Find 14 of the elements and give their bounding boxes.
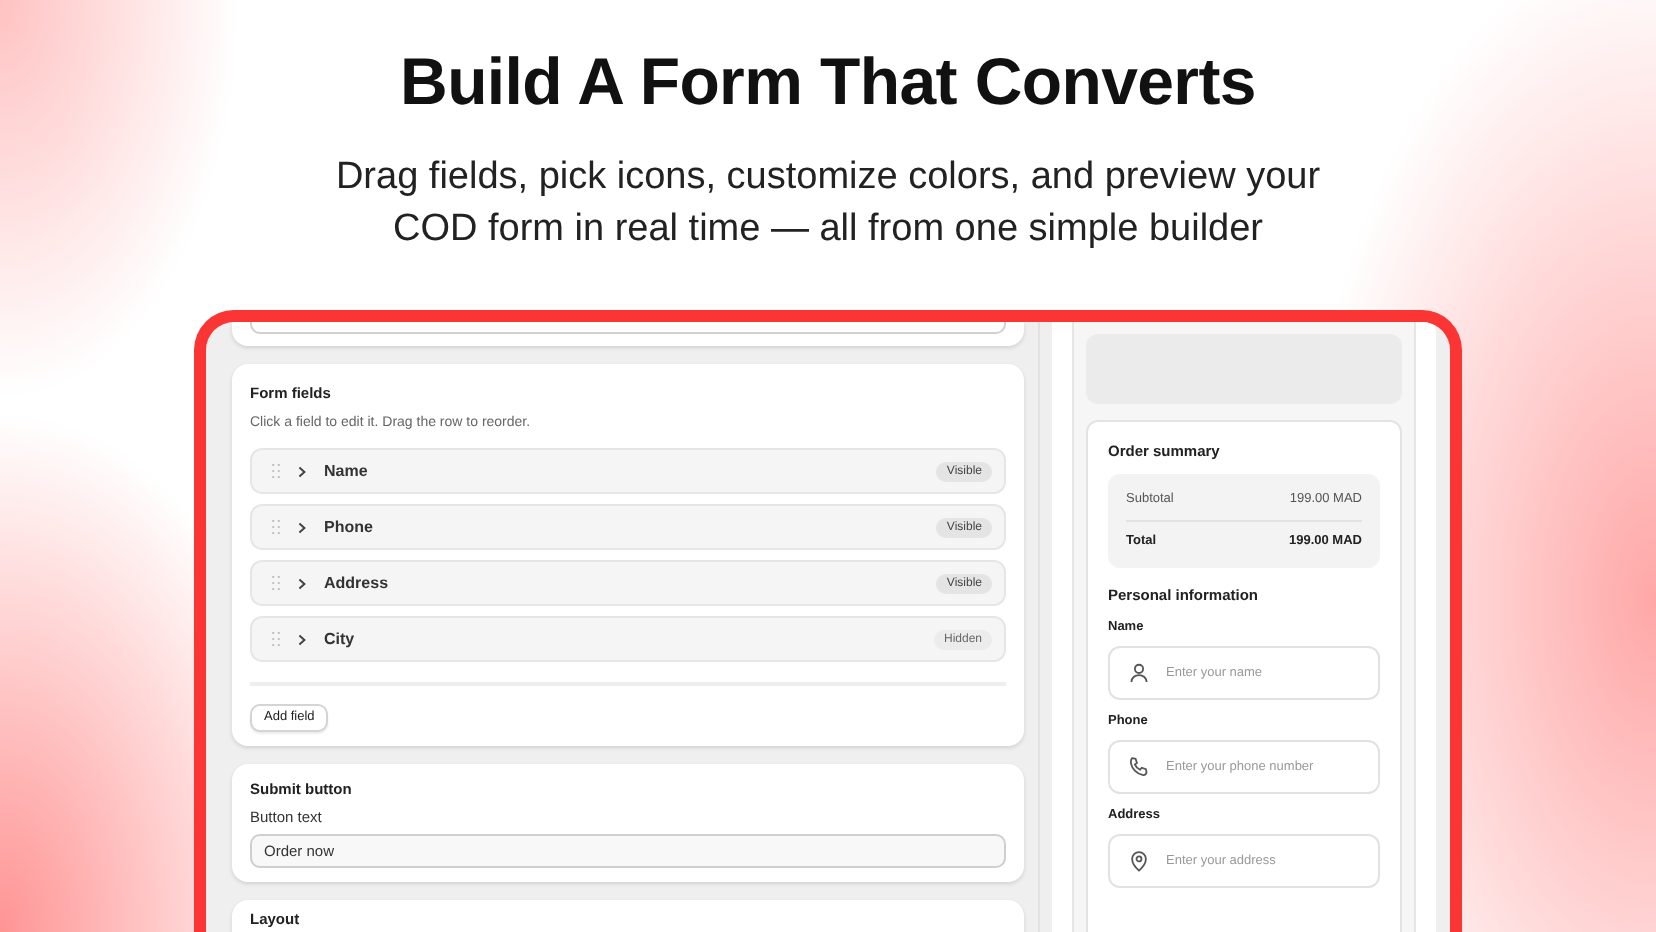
hero-title: Build A Form That Converts xyxy=(400,42,1256,122)
field-name: Address xyxy=(324,573,391,593)
location-pin-icon xyxy=(1128,850,1150,872)
chevron-icon[interactable] xyxy=(298,633,306,645)
person-icon xyxy=(1128,662,1150,684)
field-name: Phone xyxy=(324,517,375,537)
hero-subtitle: COD form in real time — all from one simple builder xyxy=(392,206,1264,254)
chevron-icon[interactable] xyxy=(298,521,306,533)
hero-subtitle: Drag fields, pick icons, customize colors, and preview your xyxy=(335,154,1321,202)
chevron-icon[interactable] xyxy=(298,577,306,589)
chevron-icon[interactable] xyxy=(298,465,306,477)
phone-icon xyxy=(1128,756,1150,778)
field-name: City xyxy=(324,629,357,649)
field-name: Name xyxy=(324,461,370,481)
